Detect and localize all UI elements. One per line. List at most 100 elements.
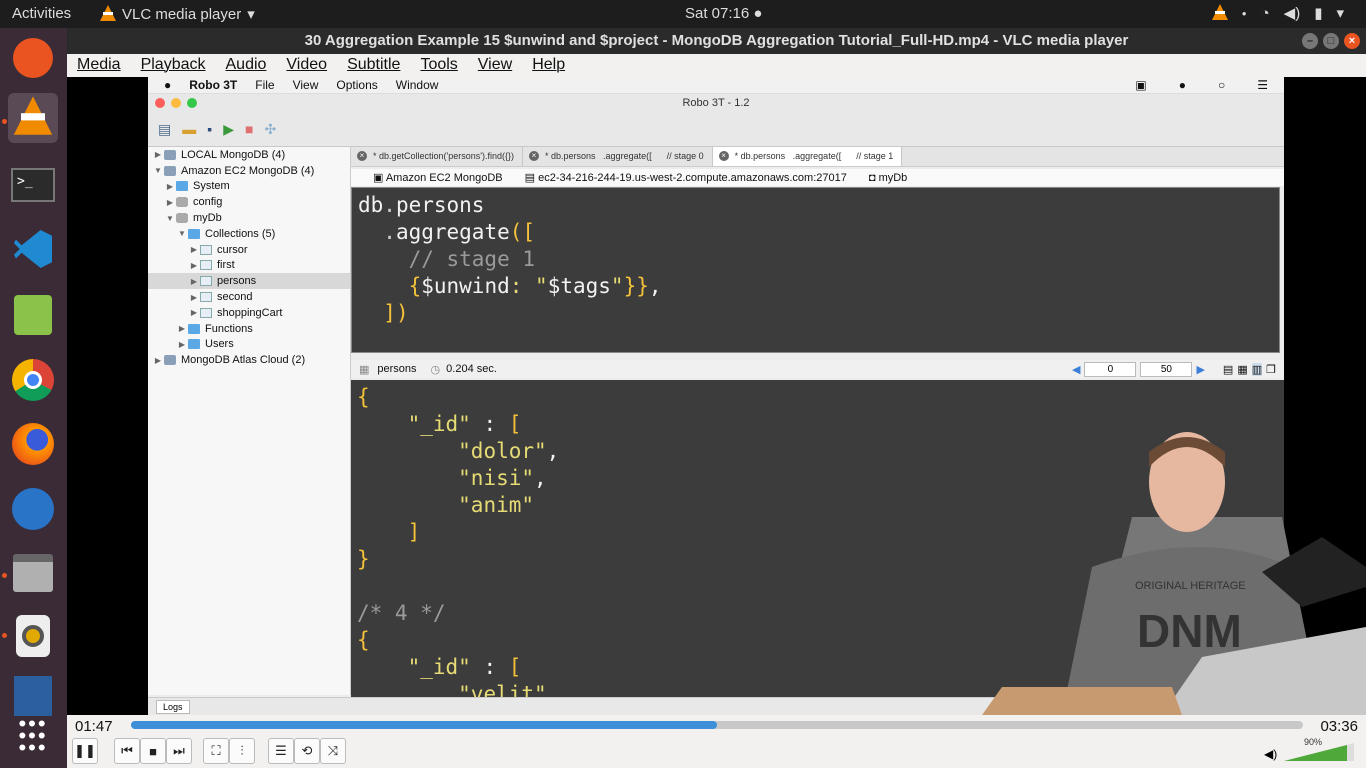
connection-tree: ▶ LOCAL MongoDB (4) ▼ Amazon EC2 MongoDB (4… bbox=[148, 147, 351, 695]
stop-button[interactable]: ■ bbox=[140, 738, 166, 764]
expanded-arrow-icon[interactable]: ▼ bbox=[176, 229, 188, 238]
vscode-icon[interactable] bbox=[8, 224, 58, 274]
fullscreen-button[interactable]: ⛶ bbox=[203, 738, 229, 764]
system-tray[interactable]: ● ◔ ◀) ▮ ▾ bbox=[1211, 4, 1344, 22]
show-apps-icon[interactable]: ••• ••• ••• bbox=[8, 711, 58, 761]
shuffle-icon: ⤨ bbox=[327, 743, 339, 758]
page-from-input[interactable] bbox=[1084, 361, 1137, 377]
menu-audio[interactable]: Audio bbox=[216, 54, 277, 77]
refresh-icon: ✣ bbox=[264, 120, 277, 137]
firefox-icon[interactable] bbox=[8, 419, 58, 469]
query-tab[interactable]: × * db.persons .aggregate([ // stage 0 bbox=[523, 147, 713, 166]
tree-item[interactable]: ▶ config bbox=[148, 194, 350, 210]
clock[interactable]: Sat 07:16 ● bbox=[685, 5, 762, 22]
mac-menu-window: Window bbox=[395, 78, 439, 92]
tree-item[interactable]: ▶ Functions bbox=[148, 321, 350, 337]
pause-button[interactable]: ❚❚ bbox=[72, 738, 98, 764]
expand-icon[interactable]: ❐ bbox=[1266, 363, 1276, 376]
close-tab-icon[interactable]: × bbox=[529, 151, 540, 161]
tree-item[interactable]: ▼ myDb bbox=[148, 210, 350, 226]
play-icon: ▶ bbox=[223, 120, 234, 137]
next-page-icon[interactable]: ▶ bbox=[1196, 363, 1204, 376]
close-tab-icon[interactable]: × bbox=[718, 151, 729, 161]
collapsed-arrow-icon[interactable]: ▶ bbox=[188, 261, 200, 270]
close-icon[interactable]: × bbox=[1344, 33, 1360, 49]
thunderbird-icon[interactable] bbox=[8, 484, 58, 534]
activities-button[interactable]: Activities bbox=[12, 5, 71, 22]
tree-item-label: LOCAL MongoDB (4) bbox=[181, 148, 286, 161]
table-view-icon[interactable]: ▦ bbox=[1237, 363, 1247, 376]
menu-playback[interactable]: Playback bbox=[131, 54, 216, 77]
robo3t-titlebar: Robo 3T - 1.2 bbox=[148, 94, 1284, 112]
collapsed-arrow-icon[interactable]: ▶ bbox=[176, 340, 188, 349]
tree-item[interactable]: ▼ Amazon EC2 MongoDB (4) bbox=[148, 163, 350, 179]
video-area[interactable]: ● Robo 3T File View Options Window ▣ ● ○… bbox=[67, 77, 1366, 715]
files-icon[interactable] bbox=[8, 548, 58, 598]
menu-view[interactable]: View bbox=[468, 54, 522, 77]
collapsed-arrow-icon[interactable]: ▶ bbox=[164, 198, 176, 207]
db-icon: ◘ bbox=[868, 171, 879, 184]
text-view-icon[interactable]: ▥ bbox=[1251, 362, 1263, 376]
tree-item[interactable]: ▶ shoppingCart bbox=[148, 305, 350, 321]
tree-item[interactable]: ▶ second bbox=[148, 289, 350, 305]
collapsed-arrow-icon[interactable]: ▶ bbox=[164, 182, 176, 191]
tree-item[interactable]: ▶ cursor bbox=[148, 242, 350, 258]
minimize-icon[interactable]: – bbox=[1302, 33, 1318, 49]
menu-help[interactable]: Help bbox=[522, 54, 575, 77]
expanded-arrow-icon[interactable]: ▼ bbox=[152, 166, 164, 175]
vlc-icon bbox=[100, 5, 116, 23]
rhythmbox-icon[interactable] bbox=[8, 611, 58, 661]
volume-control[interactable]: ◀) 90% bbox=[1264, 737, 1356, 763]
collapsed-arrow-icon[interactable]: ▶ bbox=[176, 324, 188, 333]
camera-icon: ▣ bbox=[1135, 78, 1147, 92]
tree-item[interactable]: ▼ Collections (5) bbox=[148, 226, 350, 242]
tree-item[interactable]: ▶ persons bbox=[148, 273, 350, 290]
collapsed-arrow-icon[interactable]: ▶ bbox=[152, 356, 164, 365]
collapsed-arrow-icon[interactable]: ▶ bbox=[188, 277, 200, 286]
tree-item[interactable]: ▶ LOCAL MongoDB (4) bbox=[148, 147, 350, 163]
time-elapsed: 01:47 bbox=[75, 718, 113, 735]
shuffle-button[interactable]: ⤨ bbox=[320, 738, 346, 764]
equalizer-icon: ⫶ bbox=[240, 743, 244, 758]
terminal-icon[interactable]: >_ bbox=[8, 160, 58, 210]
chrome-icon[interactable] bbox=[8, 355, 58, 405]
tree-item[interactable]: ▶ first bbox=[148, 258, 350, 274]
dot-icon: ● bbox=[1241, 8, 1247, 18]
inkscape-icon[interactable] bbox=[8, 33, 58, 83]
vlc-tray-icon[interactable] bbox=[1211, 4, 1228, 22]
menu-subtitle[interactable]: Subtitle bbox=[337, 54, 410, 77]
running-indicator bbox=[2, 633, 7, 638]
prev-page-icon[interactable]: ◀ bbox=[1072, 363, 1080, 376]
menu-video[interactable]: Video bbox=[276, 54, 337, 77]
image-viewer-icon[interactable] bbox=[8, 290, 58, 340]
maximize-icon[interactable]: □ bbox=[1323, 33, 1339, 49]
query-tab[interactable]: × * db.getCollection('persons').find({}) bbox=[351, 147, 524, 166]
previous-button[interactable]: ⏮ bbox=[114, 738, 140, 764]
loop-button[interactable]: ⟲ bbox=[294, 738, 320, 764]
extended-settings-button[interactable]: ⫶ bbox=[229, 738, 255, 764]
app-menu[interactable]: VLC media player ▾ bbox=[100, 5, 255, 23]
vlc-dock-icon[interactable] bbox=[8, 93, 58, 143]
close-light-icon bbox=[155, 98, 165, 108]
mac-menu-file: File bbox=[255, 78, 275, 92]
tree-item[interactable]: ▶ System bbox=[148, 179, 350, 195]
seek-bar[interactable] bbox=[131, 721, 1303, 729]
collapsed-arrow-icon[interactable]: ▶ bbox=[188, 293, 200, 302]
menu-media[interactable]: Media bbox=[67, 54, 131, 77]
svg-text:DNM: DNM bbox=[1137, 605, 1242, 657]
tree-item[interactable]: ▶ MongoDB Atlas Cloud (2) bbox=[148, 352, 350, 368]
tree-item[interactable]: ▶ Users bbox=[148, 337, 350, 353]
collapsed-arrow-icon[interactable]: ▶ bbox=[188, 245, 200, 254]
collapsed-arrow-icon[interactable]: ▶ bbox=[188, 308, 200, 317]
expanded-arrow-icon[interactable]: ▼ bbox=[164, 214, 176, 223]
next-button[interactable]: ⏭ bbox=[166, 738, 192, 764]
tree-view-icon[interactable]: ▤ bbox=[1223, 363, 1233, 376]
close-tab-icon[interactable]: × bbox=[357, 151, 367, 161]
query-tab[interactable]: × * db.persons .aggregate([ // stage 1 bbox=[712, 147, 903, 166]
menu-tools[interactable]: Tools bbox=[410, 54, 467, 77]
playlist-button[interactable]: ☰ bbox=[268, 738, 294, 764]
page-size-input[interactable] bbox=[1140, 361, 1193, 377]
chevron-down-icon: ▾ bbox=[1336, 5, 1344, 22]
collapsed-arrow-icon[interactable]: ▶ bbox=[152, 150, 164, 159]
running-indicator bbox=[2, 119, 7, 124]
